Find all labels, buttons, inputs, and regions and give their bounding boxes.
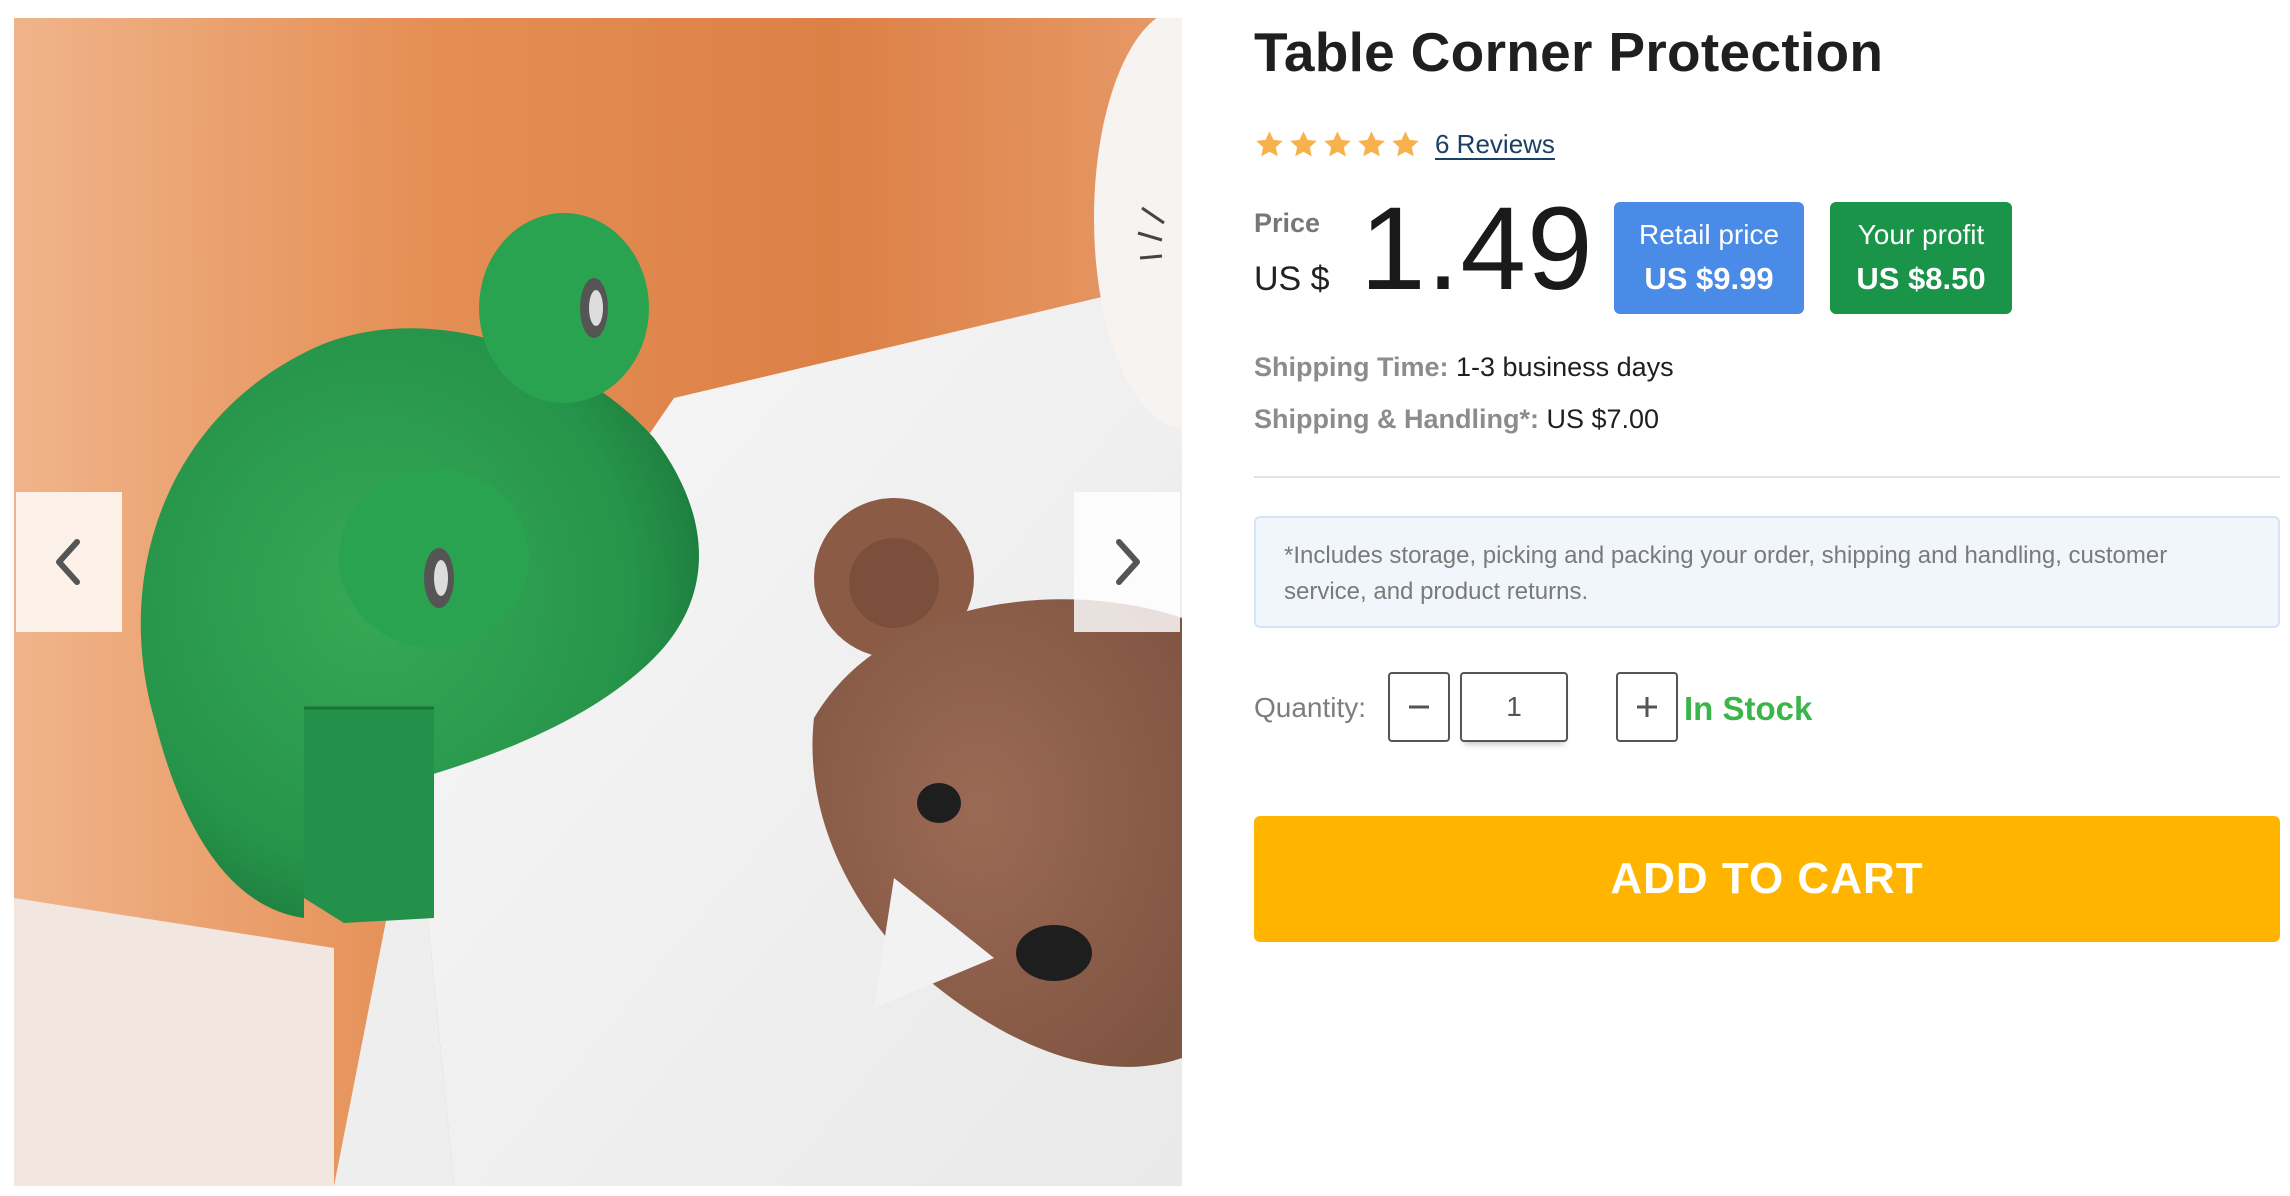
plus-icon xyxy=(1637,697,1657,717)
profit-label: Your profit xyxy=(1857,219,1985,250)
star-icon xyxy=(1358,130,1385,156)
divider xyxy=(1254,476,2280,478)
shipping-time: Shipping Time: 1-3 business days xyxy=(1254,352,1674,383)
price-value: 1.49 xyxy=(1360,183,1594,315)
shipping-note: *Includes storage, picking and packing y… xyxy=(1254,516,2280,628)
profit-badge: Your profit US $8.50 xyxy=(1830,202,2012,314)
add-to-cart-button[interactable]: ADD TO CART xyxy=(1254,816,2280,942)
shipping-time-label: Shipping Time: xyxy=(1254,352,1449,382)
gallery-prev-button[interactable] xyxy=(16,492,122,632)
price-label: Price xyxy=(1254,208,1321,238)
star-icon xyxy=(1392,130,1419,156)
product-title: Table Corner Protection xyxy=(1254,21,1884,83)
product-image-gallery xyxy=(14,18,1182,1186)
reviews-link[interactable]: 6 Reviews xyxy=(1435,129,1555,160)
star-icon xyxy=(1256,130,1283,156)
star-icon xyxy=(1324,130,1351,156)
quantity-label: Quantity: xyxy=(1254,692,1367,723)
chevron-right-icon xyxy=(1116,539,1140,585)
gallery-next-button[interactable] xyxy=(1074,492,1180,632)
product-info-panel: Table Corner Protection 6 Reviews Price … xyxy=(1254,0,2280,1196)
quantity-decrement-button[interactable] xyxy=(1388,672,1450,742)
quantity-increment-button[interactable] xyxy=(1616,672,1678,742)
minus-icon xyxy=(1409,705,1429,709)
shipping-handling-value: US $7.00 xyxy=(1546,404,1660,434)
shipping-handling-label: Shipping & Handling*: xyxy=(1254,404,1539,434)
star-rating xyxy=(1254,129,1421,160)
retail-price-value: US $9.99 xyxy=(1644,261,1774,296)
shipping-time-value: 1-3 business days xyxy=(1456,352,1674,382)
price-currency: US $ xyxy=(1254,260,1330,298)
product-photo xyxy=(14,18,1182,1186)
chevron-left-icon xyxy=(56,539,80,585)
retail-price-badge: Retail price US $9.99 xyxy=(1614,202,1804,314)
star-icon xyxy=(1290,130,1317,156)
product-rating: 6 Reviews xyxy=(1254,124,1555,164)
quantity-input[interactable] xyxy=(1460,672,1568,742)
stock-status: In Stock xyxy=(1684,690,1813,727)
retail-price-label: Retail price xyxy=(1638,219,1780,250)
shipping-handling: Shipping & Handling*: US $7.00 xyxy=(1254,404,1659,435)
profit-value: US $8.50 xyxy=(1856,261,1986,296)
